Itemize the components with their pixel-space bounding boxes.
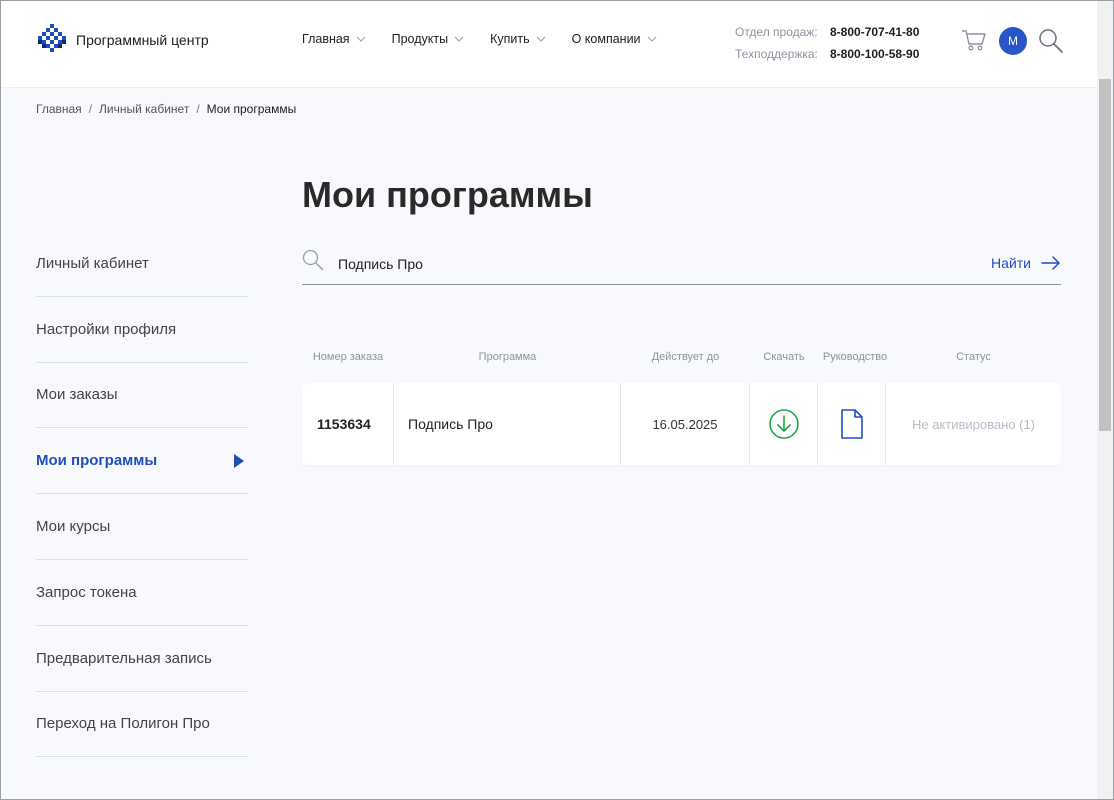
search-icon — [302, 249, 324, 271]
sidebar-item-label: Переход на Полигон Про — [36, 715, 210, 733]
contact-sales: Отдел продаж: 8-800-707-41-80 — [735, 21, 919, 43]
sidebar-item-label: Настройки профиля — [36, 320, 177, 338]
nav-item-label: О компании — [571, 32, 641, 46]
search-input[interactable] — [338, 253, 938, 275]
page-title: Мои программы — [302, 174, 593, 215]
column-header-order: Номер заказа — [312, 351, 384, 363]
find-button[interactable]: Найти — [991, 255, 1061, 271]
sidebar-item-label: Мои заказы — [36, 386, 118, 404]
sidebar-item-label: Мои программы — [36, 452, 158, 470]
nav-item-company[interactable]: О компании — [572, 32, 657, 46]
cart-icon[interactable] — [961, 28, 987, 52]
column-header-download: Скачать — [763, 351, 805, 363]
contact-support: Техподдержка: 8-800-100-58-90 — [735, 43, 919, 65]
sidebar-item-polygon-pro[interactable]: Переход на Полигон Про — [36, 692, 248, 758]
logo[interactable]: Программный центр — [36, 24, 209, 56]
contacts: Отдел продаж: 8-800-707-41-80 Техподдерж… — [735, 21, 919, 65]
nav-item-products[interactable]: Продукты — [392, 32, 464, 46]
chevron-down-icon — [536, 36, 545, 42]
scrollbar[interactable] — [1097, 1, 1113, 799]
breadcrumb-link-home[interactable]: Главная — [36, 102, 82, 116]
status-badge: Не активировано (1) — [911, 416, 1036, 432]
sidebar-item-my-programs[interactable]: Мои программы — [36, 428, 248, 495]
manual-button[interactable] — [818, 383, 886, 465]
nav-item-label: Главная — [302, 32, 350, 46]
sidebar-item-label: Мои курсы — [36, 518, 111, 536]
breadcrumb-link-account[interactable]: Личный кабинет — [99, 102, 189, 116]
contact-label: Отдел продаж: — [735, 25, 818, 39]
sidebar-item-account[interactable]: Личный кабинет — [36, 231, 248, 297]
valid-until-date: 16.05.2025 — [621, 383, 750, 465]
program-search: Найти — [302, 247, 1061, 285]
column-header-valid-until: Действует до — [651, 351, 720, 363]
logo-mark-icon — [38, 24, 66, 52]
triangle-right-icon — [234, 453, 244, 468]
breadcrumb-current: Мои программы — [206, 102, 297, 116]
main-nav: Главная Продукты Купить О компании — [302, 32, 683, 46]
program-name: Подпись Про — [394, 383, 621, 465]
download-button[interactable] — [750, 383, 818, 465]
sidebar-item-orders[interactable]: Мои заказы — [36, 363, 248, 429]
nav-item-home[interactable]: Главная — [302, 32, 366, 46]
support-phone-link[interactable]: 8-800-100-58-90 — [830, 47, 919, 61]
breadcrumb: Главная / Личный кабинет / Мои программы — [36, 102, 296, 116]
avatar[interactable]: М — [999, 27, 1027, 55]
scrollbar-thumb[interactable] — [1099, 79, 1111, 431]
download-icon — [768, 409, 799, 439]
document-icon — [840, 409, 863, 439]
sidebar-item-label: Запрос токена — [36, 583, 137, 601]
table-row: 1153634 Подпись Про 16.05.2025 Не активи… — [302, 383, 1061, 465]
site-header: Программный центр Главная Продукты Купит… — [1, 1, 1097, 88]
breadcrumb-separator: / — [88, 102, 93, 116]
order-number: 1153634 — [302, 383, 394, 465]
sidebar-item-profile-settings[interactable]: Настройки профиля — [36, 297, 248, 363]
sidebar: Личный кабинет Настройки профиля Мои зак… — [36, 231, 248, 758]
sidebar-item-preregistration[interactable]: Предварительная запись — [36, 626, 248, 692]
chevron-down-icon — [454, 36, 464, 42]
breadcrumb-separator: / — [196, 102, 200, 116]
sidebar-item-label: Предварительная запись — [36, 649, 212, 667]
column-header-program: Программа — [478, 351, 537, 363]
nav-item-label: Продукты — [391, 32, 449, 46]
chevron-down-icon — [647, 36, 656, 42]
column-header-manual: Руководство — [822, 351, 888, 363]
column-header-status: Статус — [956, 351, 991, 363]
nav-item-buy[interactable]: Купить — [490, 32, 546, 46]
arrow-right-icon — [1041, 256, 1060, 270]
chevron-down-icon — [356, 36, 365, 42]
find-button-label: Найти — [991, 255, 1031, 271]
logo-text: Программный центр — [76, 32, 209, 48]
nav-item-label: Купить — [490, 32, 530, 46]
sales-phone-link[interactable]: 8-800-707-41-80 — [830, 25, 919, 39]
sidebar-item-label: Личный кабинет — [36, 254, 149, 272]
sidebar-item-courses[interactable]: Мои курсы — [36, 494, 248, 560]
search-icon[interactable] — [1038, 28, 1064, 54]
sidebar-item-token-request[interactable]: Запрос токена — [36, 560, 248, 626]
table-header: Номер заказа Программа Действует до Скач… — [302, 351, 1061, 367]
contact-label: Техподдержка: — [735, 47, 818, 61]
